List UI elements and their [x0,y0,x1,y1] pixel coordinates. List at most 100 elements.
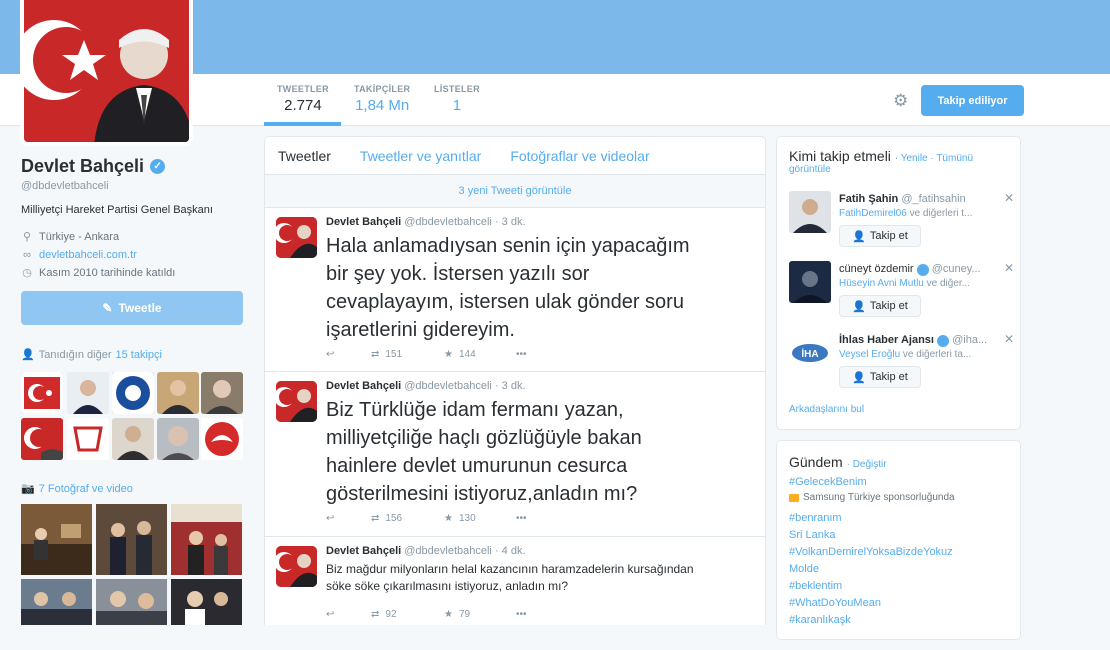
follow-button[interactable]: 👤 Takip et [839,225,921,247]
suggestion-handle[interactable]: @cuney... [932,263,981,275]
suggestion-name[interactable]: Fatih Şahin [839,193,898,205]
suggestion-item: İHA İhlas Haber Ajansı ✓ @iha... Veysel … [789,332,1014,392]
trend-item[interactable]: #GelecekBenim [789,474,1014,491]
follower-avatar[interactable] [67,418,109,460]
stat-followers[interactable]: TAKİPÇİLER 1,84 Mn [354,84,410,114]
suggestion-name[interactable]: cüneyt özdemir [839,263,914,275]
profile-bio: Milliyetçi Hareket Partisi Genel Başkanı [21,204,213,216]
tab-tweets-and-replies[interactable]: Tweetler ve yanıtlar [360,148,481,164]
follower-avatar[interactable] [201,418,243,460]
trend-item[interactable]: #beklentim [789,578,1014,595]
new-tweets-bar[interactable]: 3 yeni Tweeti görüntüle [265,175,765,208]
trend-item[interactable]: #karanlıkaşk [789,612,1014,629]
follower-avatar[interactable] [157,372,199,414]
tweet-author-handle[interactable]: @dbdevletbahceli [404,380,492,392]
suggestion-name[interactable]: İhlas Haber Ajansı [839,334,934,346]
tab-photos-videos[interactable]: Fotoğraflar ve videolar [510,148,649,164]
follower-avatar[interactable] [157,418,199,460]
suggestion-handle[interactable]: @iha... [952,334,987,346]
tweet-to-button[interactable]: ✎ Tweetle [21,291,243,325]
tweet-text: Biz Türklüğe idam fermanı yazan, milliye… [326,399,642,505]
favorite-icon[interactable]: ★ [444,513,453,524]
favorite-icon[interactable]: ★ [444,609,453,620]
follow-button[interactable]: 👤 Takip et [839,295,921,317]
follower-avatar[interactable] [67,372,109,414]
suggestion-mutual-link[interactable]: Hüseyin Avni Mutlu [839,278,924,289]
tweet-avatar[interactable] [276,381,317,422]
profile-handle[interactable]: @dbdevletbahceli [21,180,243,192]
tweet-avatar[interactable] [276,217,317,258]
suggestion-handle[interactable]: @_fatihsahin [901,193,965,205]
profile-avatar[interactable] [20,0,193,146]
tweet-avatar[interactable] [276,546,317,587]
reply-icon[interactable]: ↩ [326,513,371,524]
tweet-time[interactable]: · 3 dk. [495,216,526,228]
close-icon[interactable]: ✕ [1004,332,1014,346]
trend-item[interactable]: #VolkanDemirelYoksaBizdeYokuz [789,544,1014,561]
photo-thumbnail[interactable] [21,579,92,650]
stat-lists[interactable]: LİSTELER 1 [434,84,480,114]
profile-website-link[interactable]: devletbahceli.com.tr [39,246,137,264]
suggestion-mutual-link[interactable]: FatihDemirel06 [839,208,907,219]
more-icon[interactable]: ••• [516,513,527,524]
profile-name[interactable]: Devlet Bahçeli [21,156,144,177]
change-trends-link[interactable]: · Değiştir [847,459,887,470]
followers-you-know-heading: 👤 Tanıdığın diğer 15 takipçi [21,348,162,362]
reply-icon[interactable]: ↩ [326,349,371,360]
suggestion-item: cüneyt özdemir ✓ @cuney... Hüseyin Avni … [789,261,1014,321]
suggestion-avatar[interactable] [789,261,831,303]
follow-button[interactable]: 👤 Takip et [839,366,921,388]
tweet-author-handle[interactable]: @dbdevletbahceli [404,545,492,557]
follower-avatar[interactable] [112,372,154,414]
trend-item[interactable]: #WhatDoYouMean [789,595,1014,612]
link-icon: ∞ [23,249,31,261]
trend-item[interactable]: Sri Lanka [789,527,1014,544]
tweet-author-name[interactable]: Devlet Bahçeli [326,380,401,392]
photo-thumbnail[interactable] [21,504,92,575]
retweet-icon[interactable]: ⇄ [371,609,379,620]
photo-thumbnail[interactable] [171,579,242,650]
suggestion-mutual-link[interactable]: Veysel Eroğlu [839,349,900,360]
follower-avatar[interactable] [21,372,63,414]
stat-tweets[interactable]: TWEETLER 2.774 [277,84,329,114]
add-user-icon: 👤 [852,230,866,243]
tweet-time[interactable]: · 4 dk. [495,545,526,557]
trend-item[interactable]: Molde [789,561,1014,578]
reply-icon[interactable]: ↩ [326,609,371,620]
who-to-follow-title: Kimi takip etmeli [789,148,891,164]
close-icon[interactable]: ✕ [1004,261,1014,275]
tweet[interactable]: Devlet Bahçeli @dbdevletbahceli · 4 dk. … [265,537,765,625]
photo-thumbnail[interactable] [171,504,242,575]
follower-avatar[interactable] [112,418,154,460]
favorite-icon[interactable]: ★ [444,349,453,360]
followers-you-know-link[interactable]: 15 takipçi [115,349,161,361]
retweet-icon[interactable]: ⇄ [371,349,379,360]
view-all-link[interactable]: görüntüle [789,164,1014,175]
people-icon: 👤 [21,349,35,361]
add-user-icon: 👤 [852,300,866,313]
suggestion-avatar[interactable] [789,191,831,233]
photo-thumbnail[interactable] [96,579,167,650]
photos-heading[interactable]: 📷 7 Fotoğraf ve video [21,482,133,496]
following-button[interactable]: Takip ediliyor [921,85,1024,116]
tweet[interactable]: Devlet Bahçeli @dbdevletbahceli · 3 dk. … [265,208,765,372]
suggestion-avatar[interactable]: İHA [789,332,831,374]
tab-tweets[interactable]: Tweetler [278,148,331,164]
close-icon[interactable]: ✕ [1004,191,1014,205]
tweet[interactable]: Devlet Bahçeli @dbdevletbahceli · 3 dk. … [265,372,765,537]
follower-avatar[interactable] [201,372,243,414]
tweet-author-name[interactable]: Devlet Bahçeli [326,216,401,228]
refresh-link[interactable]: · Yenile · Tümünü [895,153,973,164]
gear-icon[interactable]: ⚙ [893,91,908,111]
find-friends-link[interactable]: Arkadaşlarını bul [789,404,864,415]
tweet-author-handle[interactable]: @dbdevletbahceli [404,216,492,228]
trend-item[interactable]: #benranım [789,510,1014,527]
photo-thumbnail[interactable] [96,504,167,575]
add-user-icon: 👤 [852,371,866,384]
tweet-time[interactable]: · 3 dk. [495,380,526,392]
more-icon[interactable]: ••• [516,609,527,620]
retweet-icon[interactable]: ⇄ [371,513,379,524]
tweet-author-name[interactable]: Devlet Bahçeli [326,545,401,557]
more-icon[interactable]: ••• [516,349,527,360]
follower-avatar[interactable] [21,418,63,460]
